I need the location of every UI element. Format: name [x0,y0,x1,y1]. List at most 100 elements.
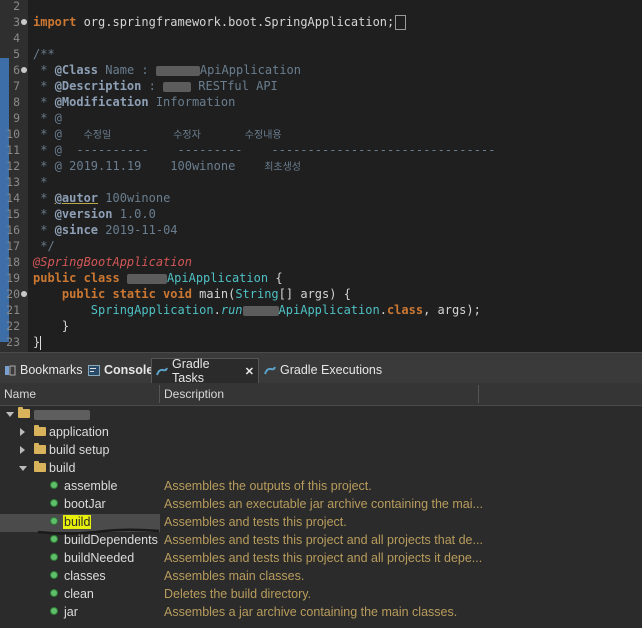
code-line-comment[interactable]: * @ [33,110,62,126]
close-icon[interactable]: ✕ [245,365,254,378]
line-number: 16 [6,223,20,237]
code-line-comment[interactable]: * @ 수정일 수정자 수정내용 [33,126,282,142]
task-row[interactable]: classes Assembles main classes. [0,568,642,586]
gradle-task-icon [51,500,57,506]
code-line-comment[interactable]: * @ 2019.11.19 100winone 최초생성 [33,158,301,174]
code-line-statement[interactable]: SpringApplication.run ApiApplication.clas… [33,302,481,318]
gradle-icon [264,365,276,376]
code-text: , args); [423,303,481,317]
javadoc-tag: @Description [54,79,142,93]
collapse-icon[interactable] [6,412,14,417]
comment-text: ApiApplication [199,63,301,77]
caret-marker [395,15,407,30]
column-divider[interactable] [478,385,479,403]
bottom-view-panel: Bookmarks Console Gradle Tasks ✕ Gradle … [0,352,642,628]
method-call: run [220,303,243,317]
column-header-description[interactable]: Description [164,387,224,401]
class-name: ApiApplication [166,271,269,285]
task-row[interactable]: bootJar Assembles an executable jar arch… [0,496,642,514]
code-line-comment[interactable]: /** [33,46,55,62]
keyword: import [33,15,77,29]
code-line-method[interactable]: public static void main(String[] args) { [33,286,351,302]
task-row[interactable]: buildDependents Assembles and tests this… [0,532,642,550]
tab-console[interactable]: Console [84,359,157,381]
task-description: Assembles the outputs of this project. [164,479,372,493]
code-line-brace[interactable]: } [33,318,69,334]
code-line-comment[interactable]: * @Class Name : ApiApplication [33,62,301,78]
code-text: . [213,303,221,317]
expand-icon[interactable] [20,428,25,436]
fold-toggle-icon[interactable] [21,19,27,25]
task-description: Assembles and tests this project and all… [164,533,483,547]
code-line-comment[interactable]: * @ ---------- --------- ---------------… [33,142,495,158]
line-number: 21 [6,303,20,317]
comment-text: * @ 2019.11.19 100winone [33,159,265,173]
tab-bookmarks[interactable]: Bookmarks [0,359,87,381]
code-line-comment[interactable]: * @version 1.0.0 [33,206,156,222]
column-header-name[interactable]: Name [4,387,36,401]
task-row[interactable]: clean Deletes the build directory. [0,586,642,604]
console-icon [88,364,100,376]
line-number: 22 [6,319,20,333]
tab-label: Console [104,363,154,377]
tree-column-header: Name Description [0,383,642,406]
code-line-annotation[interactable]: @SpringBootApplication [33,254,192,270]
tree-row-group[interactable]: build setup [0,442,642,460]
task-row[interactable]: buildNeeded Assembles and tests this pro… [0,550,642,568]
comment-text: 1.0.0 [112,207,156,221]
comment-text: : [141,79,164,93]
task-description: Assembles and tests this project. [164,515,347,529]
line-number: 19 [6,271,20,285]
tree-row-project[interactable] [0,406,642,424]
tab-label: Bookmarks [20,363,83,377]
expand-icon[interactable] [20,446,25,454]
gradle-task-icon [51,482,57,488]
code-line-comment[interactable]: * @autor 100winone [33,190,170,206]
text-cursor [40,335,42,350]
gradle-task-icon [51,518,57,524]
line-number: 8 [13,95,20,109]
tree-row-group[interactable]: build [0,460,642,478]
task-description: Assembles and tests this project and all… [164,551,483,565]
comment-prefix: * [33,207,55,221]
collapse-icon[interactable] [19,466,27,471]
code-text: { [268,271,283,285]
group-name: build [49,461,76,475]
line-number: 4 [13,31,20,45]
line-number: 10 [6,127,20,141]
gradle-task-icon [51,572,57,578]
tab-gradle-executions[interactable]: Gradle Executions [260,359,386,381]
code-line-comment[interactable]: * @Description : RESTful API [33,78,278,94]
code-line-comment[interactable]: */ [33,238,54,254]
tree-row-group[interactable]: application [0,424,642,442]
task-name: classes [64,569,106,583]
code-line-comment[interactable]: * [33,174,47,190]
line-number: 18 [6,255,20,269]
tab-label: Gradle Tasks [172,357,210,385]
type-name: SpringApplication [90,303,214,317]
code-line-brace[interactable]: } [33,334,42,350]
column-change-label: 수정내용 [244,130,282,141]
task-description: Deletes the build directory. [164,587,312,601]
project-folder-icon [18,407,30,418]
code-line-class[interactable]: public class ApiApplication { [33,270,283,286]
code-line-comment[interactable]: * @since 2019-11-04 [33,222,177,238]
code-line-import[interactable]: import org.springframework.boot.SpringAp… [33,14,407,30]
tab-gradle-tasks[interactable]: Gradle Tasks ✕ [151,357,259,385]
javadoc-tag: @version [54,207,113,221]
code-text: } [33,335,41,349]
task-name: jar [64,605,78,619]
task-row[interactable]: assemble Assembles the outputs of this p… [0,478,642,496]
javadoc-tag: @autor [54,191,99,205]
redacted-block [163,81,192,92]
column-divider[interactable] [159,385,160,403]
fold-toggle-icon[interactable] [21,291,27,297]
task-description: Assembles main classes. [164,569,305,583]
task-row[interactable]: jar Assembles a jar archive containing t… [0,604,642,622]
code-editor[interactable]: 2 3 4 5 6 7 8 9 10 11 12 13 14 15 16 17 … [0,0,642,352]
task-row-selected[interactable]: build Assembles and tests this project. [0,514,642,535]
fold-toggle-icon[interactable] [21,67,27,73]
change-note: 최초생성 [264,162,301,173]
code-text: [] args) { [278,287,351,301]
code-line-comment[interactable]: * @Modification Information [33,94,235,110]
